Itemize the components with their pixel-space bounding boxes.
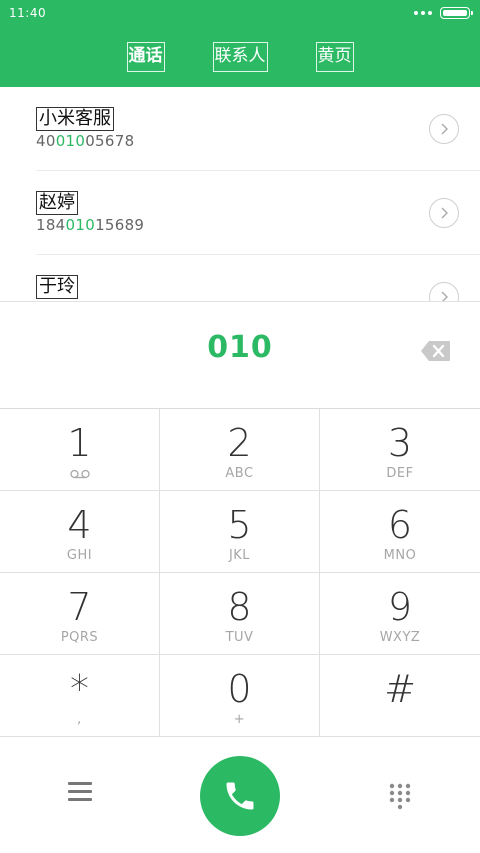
key-4[interactable]: 4 GHI	[0, 491, 160, 573]
more-dots-icon	[414, 11, 432, 15]
tab-yellow-pages[interactable]: 黄页	[315, 42, 354, 72]
dial-keypad: 1 2 ABC 3 DEF 4 GHI 5 JKL 6 MNO 7 PQRS 8…	[0, 409, 480, 739]
contact-name: 小米客服	[36, 107, 114, 131]
key-digit: #	[384, 667, 416, 711]
backspace-icon	[421, 341, 450, 361]
tab-bar: 通话 联系人 黄页	[0, 42, 480, 72]
key-letters: ABC	[225, 466, 254, 481]
list-item[interactable]: 于玲	[36, 255, 480, 301]
contact-detail-button[interactable]	[429, 198, 459, 228]
contact-number: 18401015689	[36, 216, 145, 234]
contact-detail-button[interactable]	[429, 282, 459, 301]
key-1[interactable]: 1	[0, 409, 160, 491]
key-digit: 8	[227, 585, 252, 629]
status-time: 11:40	[9, 6, 47, 20]
phone-icon	[226, 782, 254, 810]
call-button[interactable]	[200, 756, 280, 836]
key-letters: ,	[77, 712, 82, 727]
app-header: 11:40 通话 联系人 黄页	[0, 0, 480, 87]
key-digit: 3	[387, 421, 413, 465]
key-digit: 4	[67, 503, 92, 547]
contact-number: 4001005678	[36, 132, 135, 150]
tab-contacts[interactable]: 联系人	[212, 42, 268, 72]
dialpad-toggle-icon[interactable]	[388, 783, 412, 811]
contact-match-list: 小米客服 4001005678 赵婷 18401015689 于玲	[0, 87, 480, 301]
status-icons	[414, 7, 473, 19]
chevron-right-icon	[441, 207, 448, 219]
key-digit: 1	[67, 421, 92, 465]
contact-name: 赵婷	[36, 191, 78, 215]
key-star[interactable]: * ,	[0, 655, 160, 737]
battery-icon	[440, 7, 473, 19]
list-item[interactable]: 赵婷 18401015689	[36, 171, 480, 255]
key-letters: PQRS	[60, 630, 99, 645]
key-3[interactable]: 3 DEF	[320, 409, 480, 491]
contact-name: 于玲	[36, 275, 78, 299]
tab-calls[interactable]: 通话	[126, 42, 165, 72]
key-digit: 0	[227, 667, 252, 711]
menu-button[interactable]	[68, 782, 92, 804]
number-match-highlight: 010	[55, 132, 86, 150]
key-digit: *	[70, 667, 89, 711]
key-letters: DEF	[386, 466, 414, 481]
voicemail-icon	[70, 469, 90, 479]
key-7[interactable]: 7 PQRS	[0, 573, 160, 655]
key-letters: +	[233, 712, 246, 727]
key-letters: WXYZ	[379, 630, 421, 645]
key-digit: 7	[67, 585, 92, 629]
chevron-right-icon	[441, 291, 448, 301]
status-bar: 11:40	[0, 0, 480, 26]
contact-detail-button[interactable]	[429, 114, 459, 144]
number-match-highlight: 010	[65, 216, 96, 234]
key-letters: GHI	[66, 548, 93, 563]
chevron-right-icon	[441, 123, 448, 135]
key-digit: 5	[227, 503, 252, 547]
key-5[interactable]: 5 JKL	[160, 491, 320, 573]
key-2[interactable]: 2 ABC	[160, 409, 320, 491]
key-digit: 2	[227, 421, 252, 465]
menu-icon	[68, 782, 92, 785]
dialer-action-bar	[0, 739, 480, 853]
key-digit: 9	[387, 585, 413, 629]
key-hash[interactable]: #	[320, 655, 480, 737]
dial-display: 010	[0, 301, 480, 409]
list-item[interactable]: 小米客服 4001005678	[36, 87, 480, 171]
key-letters: TUV	[225, 630, 254, 645]
key-digit: 6	[387, 503, 413, 547]
key-8[interactable]: 8 TUV	[160, 573, 320, 655]
key-0[interactable]: 0 +	[160, 655, 320, 737]
key-9[interactable]: 9 WXYZ	[320, 573, 480, 655]
key-6[interactable]: 6 MNO	[320, 491, 480, 573]
backspace-button[interactable]	[421, 340, 451, 362]
key-letters: MNO	[383, 548, 417, 563]
dialed-number: 010	[207, 330, 273, 365]
key-letters: JKL	[228, 548, 251, 563]
